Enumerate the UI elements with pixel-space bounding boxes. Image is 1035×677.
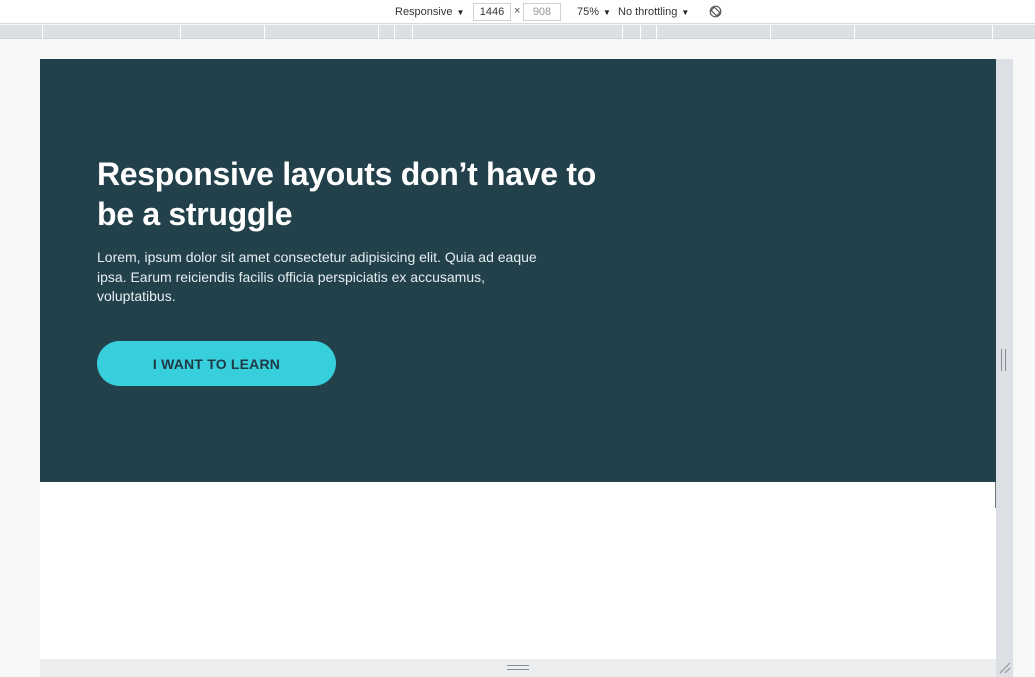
media-query-divider <box>264 25 265 39</box>
hero-section: Responsive layouts don’t have to be a st… <box>40 59 996 482</box>
hero-description: Lorem, ipsum dolor sit amet consectetur … <box>97 249 537 304</box>
vertical-grip-icon[interactable] <box>1001 349 1007 371</box>
media-query-divider <box>854 25 855 39</box>
chevron-down-icon: ▼ <box>456 7 465 17</box>
device-mode-label: Responsive <box>395 6 453 18</box>
rotate-icon[interactable] <box>709 5 722 18</box>
viewport-width-input[interactable]: 1446 <box>473 3 511 21</box>
media-query-divider <box>412 25 413 39</box>
dimension-separator: × <box>514 5 521 17</box>
throttling-label: No throttling <box>618 6 678 18</box>
zoom-label: 75% <box>577 6 600 18</box>
media-query-bar[interactable] <box>0 25 1035 39</box>
learn-button[interactable]: I WANT TO LEARN <box>97 341 336 386</box>
throttling-dropdown[interactable]: No throttling ▼ <box>618 0 689 24</box>
chevron-down-icon: ▼ <box>603 7 611 17</box>
media-query-divider <box>992 25 993 39</box>
hero-title: Responsive layouts don’t have to be a st… <box>97 156 596 232</box>
media-query-divider <box>394 25 395 39</box>
media-query-divider <box>770 25 771 39</box>
chevron-down-icon: ▼ <box>681 7 690 17</box>
media-query-divider <box>180 25 181 39</box>
media-query-divider <box>622 25 623 39</box>
media-query-divider <box>378 25 379 39</box>
emulated-viewport: Responsive layouts don’t have to be a st… <box>40 59 996 659</box>
media-query-divider <box>656 25 657 39</box>
device-mode-dropdown[interactable]: Responsive ▼ <box>395 0 464 24</box>
resize-corner-icon[interactable] <box>998 661 1011 674</box>
media-query-divider <box>640 25 641 39</box>
horizontal-grip-icon[interactable] <box>507 665 529 671</box>
zoom-dropdown[interactable]: 75% ▼ <box>577 0 611 24</box>
viewport-height-input[interactable]: 908 <box>523 3 561 21</box>
media-query-divider <box>42 25 43 39</box>
device-toolbar: Responsive ▼ 1446 × 908 75% ▼ No throttl… <box>0 0 1035 24</box>
